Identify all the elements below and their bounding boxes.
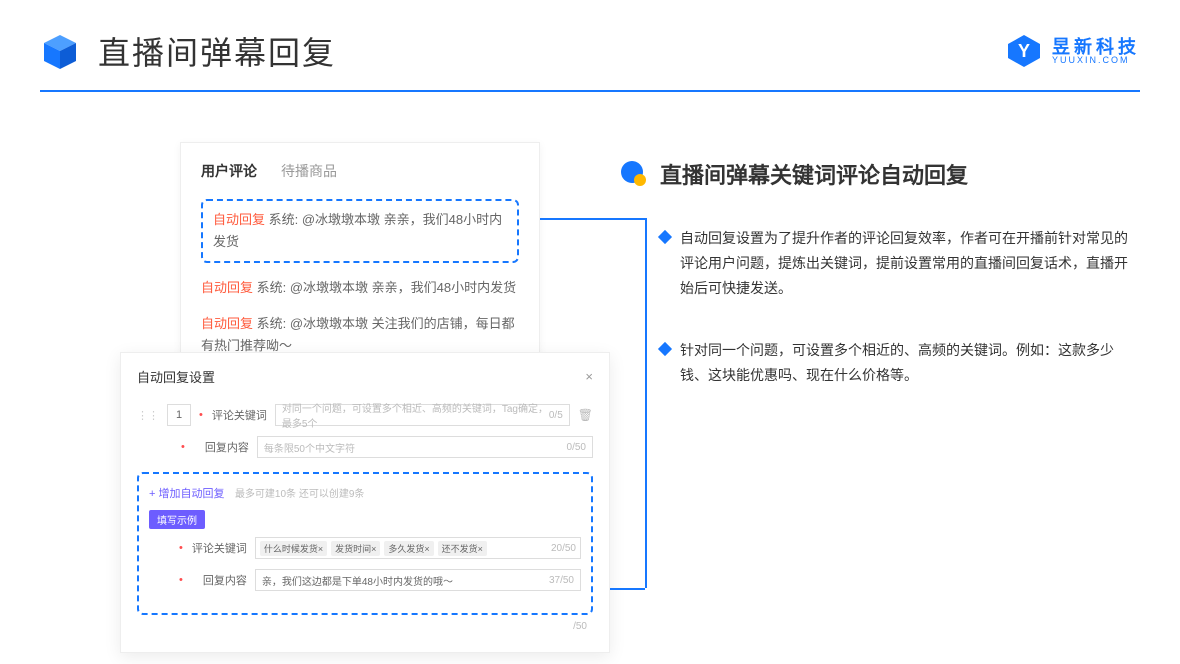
- add-hint: 最多可建10条 还可以创建9条: [235, 489, 364, 500]
- brand-icon: Y: [1006, 33, 1042, 69]
- example-badge: 填写示例: [149, 510, 205, 529]
- connector-line: [540, 218, 645, 220]
- bullet-item: 自动回复设置为了提升作者的评论回复效率，作者可在开播前针对常见的评论用户问题，提…: [620, 226, 1140, 302]
- settings-panel: 自动回复设置 × ⋮⋮ 1 • 评论关键词 对同一个问题，可设置多个相近、高频的…: [120, 352, 610, 653]
- example-content-input[interactable]: 亲，我们这边都是下单48小时内发货的哦～ 37/50: [255, 569, 581, 591]
- connector-line: [645, 218, 647, 588]
- connector-line: [610, 588, 645, 590]
- example-keyword-row: • 评论关键词 什么时候发货× 发货时间× 多久发货× 还不发货× 20/50: [149, 537, 581, 559]
- example-box: + 增加自动回复 最多可建10条 还可以创建9条 填写示例 • 评论关键词 什么…: [137, 472, 593, 615]
- brand-url: YUUXIN.COM: [1052, 56, 1140, 65]
- section-title: 直播间弹幕关键词评论自动回复: [660, 158, 968, 190]
- example-keyword-input[interactable]: 什么时候发货× 发货时间× 多久发货× 还不发货× 20/50: [255, 537, 581, 559]
- outer-counter: /50: [137, 621, 593, 632]
- tab-products[interactable]: 待播商品: [281, 161, 337, 181]
- tab-user-comments[interactable]: 用户评论: [201, 161, 257, 181]
- content-input[interactable]: 每条限50个中文字符 0/50: [257, 436, 593, 458]
- add-auto-reply-link[interactable]: + 增加自动回复: [149, 488, 224, 500]
- header: 直播间弹幕回复 Y 昱新科技 YUUXIN.COM: [0, 0, 1180, 74]
- bullet-text: 针对同一个问题，可设置多个相近的、高频的关键词。例如：这款多少钱、这块能优惠吗、…: [680, 338, 1140, 388]
- cube-icon: [40, 31, 80, 71]
- diamond-icon: [658, 341, 672, 355]
- bullet-item: 针对同一个问题，可设置多个相近的、高频的关键词。例如：这款多少钱、这块能优惠吗、…: [620, 338, 1140, 388]
- required-dot: •: [181, 441, 185, 453]
- keyword-row: ⋮⋮ 1 • 评论关键词 对同一个问题，可设置多个相近、高频的关键词，Tag确定…: [137, 404, 593, 426]
- brand-logo: Y 昱新科技 YUUXIN.COM: [1006, 33, 1140, 69]
- content-label: 回复内容: [193, 439, 249, 455]
- diamond-icon: [658, 230, 672, 244]
- comment-item: 自动回复 系统: @冰墩墩本墩 关注我们的店铺，每日都有热门推荐呦～: [201, 313, 519, 357]
- header-left: 直播间弹幕回复: [40, 28, 336, 74]
- keyword-input[interactable]: 对同一个问题，可设置多个相近、高频的关键词，Tag确定，最多5个 0/5: [275, 404, 570, 426]
- bullet-text: 自动回复设置为了提升作者的评论回复效率，作者可在开播前针对常见的评论用户问题，提…: [680, 226, 1140, 302]
- highlighted-comment: 自动回复 系统: @冰墩墩本墩 亲亲，我们48小时内发货: [201, 199, 519, 263]
- section-head: 直播间弹幕关键词评论自动回复: [620, 158, 1140, 190]
- content-row: • 回复内容 每条限50个中文字符 0/50: [137, 436, 593, 458]
- auto-reply-tag: 自动回复: [213, 212, 265, 227]
- required-dot: •: [199, 409, 203, 421]
- auto-reply-tag: 自动回复: [201, 316, 253, 331]
- svg-text:Y: Y: [1018, 41, 1030, 61]
- settings-title: 自动回复设置: [137, 367, 215, 386]
- left-column: 用户评论 待播商品 自动回复 系统: @冰墩墩本墩 亲亲，我们48小时内发货 自…: [120, 142, 560, 424]
- brand-name: 昱新科技: [1052, 38, 1140, 56]
- comment-text: 系统: @冰墩墩本墩 亲亲，我们48小时内发货: [257, 280, 517, 295]
- keyword-label: 评论关键词: [211, 407, 267, 423]
- example-content-row: • 回复内容 亲，我们这边都是下单48小时内发货的哦～ 37/50: [149, 569, 581, 591]
- close-icon[interactable]: ×: [585, 369, 593, 384]
- comment-item: 自动回复 系统: @冰墩墩本墩 亲亲，我们48小时内发货: [213, 209, 507, 253]
- tabs: 用户评论 待播商品: [201, 161, 519, 181]
- trash-icon[interactable]: 🗑: [578, 408, 593, 422]
- page-title: 直播间弹幕回复: [98, 28, 336, 74]
- comment-item: 自动回复 系统: @冰墩墩本墩 亲亲，我们48小时内发货: [201, 277, 519, 299]
- row-number: 1: [167, 404, 191, 426]
- right-column: 直播间弹幕关键词评论自动回复 自动回复设置为了提升作者的评论回复效率，作者可在开…: [620, 142, 1140, 424]
- auto-reply-tag: 自动回复: [201, 280, 253, 295]
- chat-bubble-icon: [620, 160, 648, 188]
